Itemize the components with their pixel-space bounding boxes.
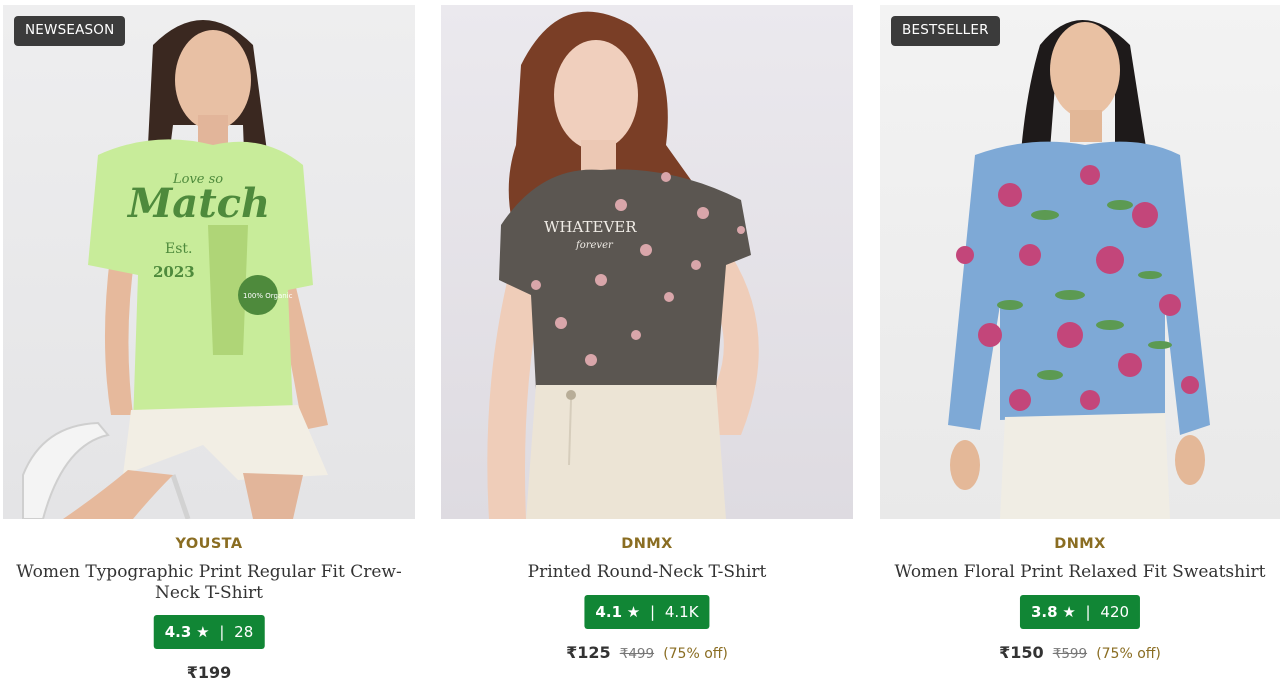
rating-separator: | — [1085, 603, 1091, 621]
rating-separator: | — [219, 623, 225, 641]
brand-name: DNMX — [1054, 536, 1106, 552]
svg-text:2023: 2023 — [153, 263, 195, 281]
model-photo: WHATEVER forever — [487, 11, 759, 519]
rating-value: 4.3 — [164, 623, 192, 641]
review-count: 28 — [234, 623, 254, 641]
svg-text:forever: forever — [575, 240, 614, 251]
review-count: 4.1K — [664, 603, 699, 621]
star-icon: ★ — [626, 603, 641, 621]
review-count: 420 — [1100, 603, 1130, 621]
rating-value: 3.8 — [1030, 603, 1058, 621]
price-row: ₹125 ₹499 (75% off) — [441, 643, 853, 662]
product-grid: Love so Match Est. 2023 100% Organic NEW… — [0, 0, 1280, 699]
svg-text:Match: Match — [126, 180, 270, 227]
discount-label: (75% off) — [663, 646, 728, 662]
badge-bestseller: BESTSELLER — [891, 16, 1000, 46]
svg-text:Est.: Est. — [165, 241, 192, 257]
product-title[interactable]: Women Typographic Print Regular Fit Crew… — [3, 562, 415, 604]
original-price: ₹499 — [619, 646, 655, 662]
original-price: ₹599 — [1052, 646, 1088, 662]
selling-price: ₹125 — [566, 643, 611, 662]
svg-text:100% Organic: 100% Organic — [243, 292, 293, 300]
model-photo: Love so Match Est. 2023 100% Organic — [22, 20, 328, 519]
product-image[interactable]: BESTSELLER — [880, 5, 1280, 519]
brand-name: YOUSTA — [175, 536, 243, 552]
product-card[interactable]: WHATEVER forever DNMX Printed Round-Neck… — [441, 0, 853, 699]
selling-price: ₹199 — [186, 663, 232, 682]
product-title[interactable]: Printed Round-Neck T-Shirt — [441, 562, 853, 583]
product-card[interactable]: Love so Match Est. 2023 100% Organic NEW… — [3, 0, 415, 699]
rating-value: 4.1 — [595, 603, 623, 621]
rating-badge: 4.1 ★ | 4.1K — [584, 595, 710, 629]
rating-badge: 4.3 ★ | 28 — [153, 615, 265, 649]
price-row: ₹199 — [3, 663, 415, 682]
rating-badge: 3.8 ★ | 420 — [1019, 595, 1141, 629]
product-card[interactable]: BESTSELLER DNMX Women Floral Print Relax… — [880, 0, 1280, 699]
badge-newseason: NEWSEASON — [14, 16, 126, 46]
price-row: ₹150 ₹599 (75% off) — [880, 643, 1280, 662]
selling-price: ₹150 — [999, 643, 1044, 662]
product-image[interactable]: WHATEVER forever — [441, 5, 853, 519]
discount-label: (75% off) — [1096, 646, 1161, 662]
model-photo — [948, 20, 1210, 519]
rating-separator: | — [650, 603, 656, 621]
brand-name: DNMX — [621, 536, 673, 552]
product-image[interactable]: Love so Match Est. 2023 100% Organic NEW… — [3, 5, 415, 519]
svg-text:WHATEVER: WHATEVER — [544, 218, 637, 236]
product-title[interactable]: Women Floral Print Relaxed Fit Sweatshir… — [880, 562, 1280, 583]
star-icon: ★ — [196, 623, 210, 641]
star-icon: ★ — [1062, 603, 1076, 621]
